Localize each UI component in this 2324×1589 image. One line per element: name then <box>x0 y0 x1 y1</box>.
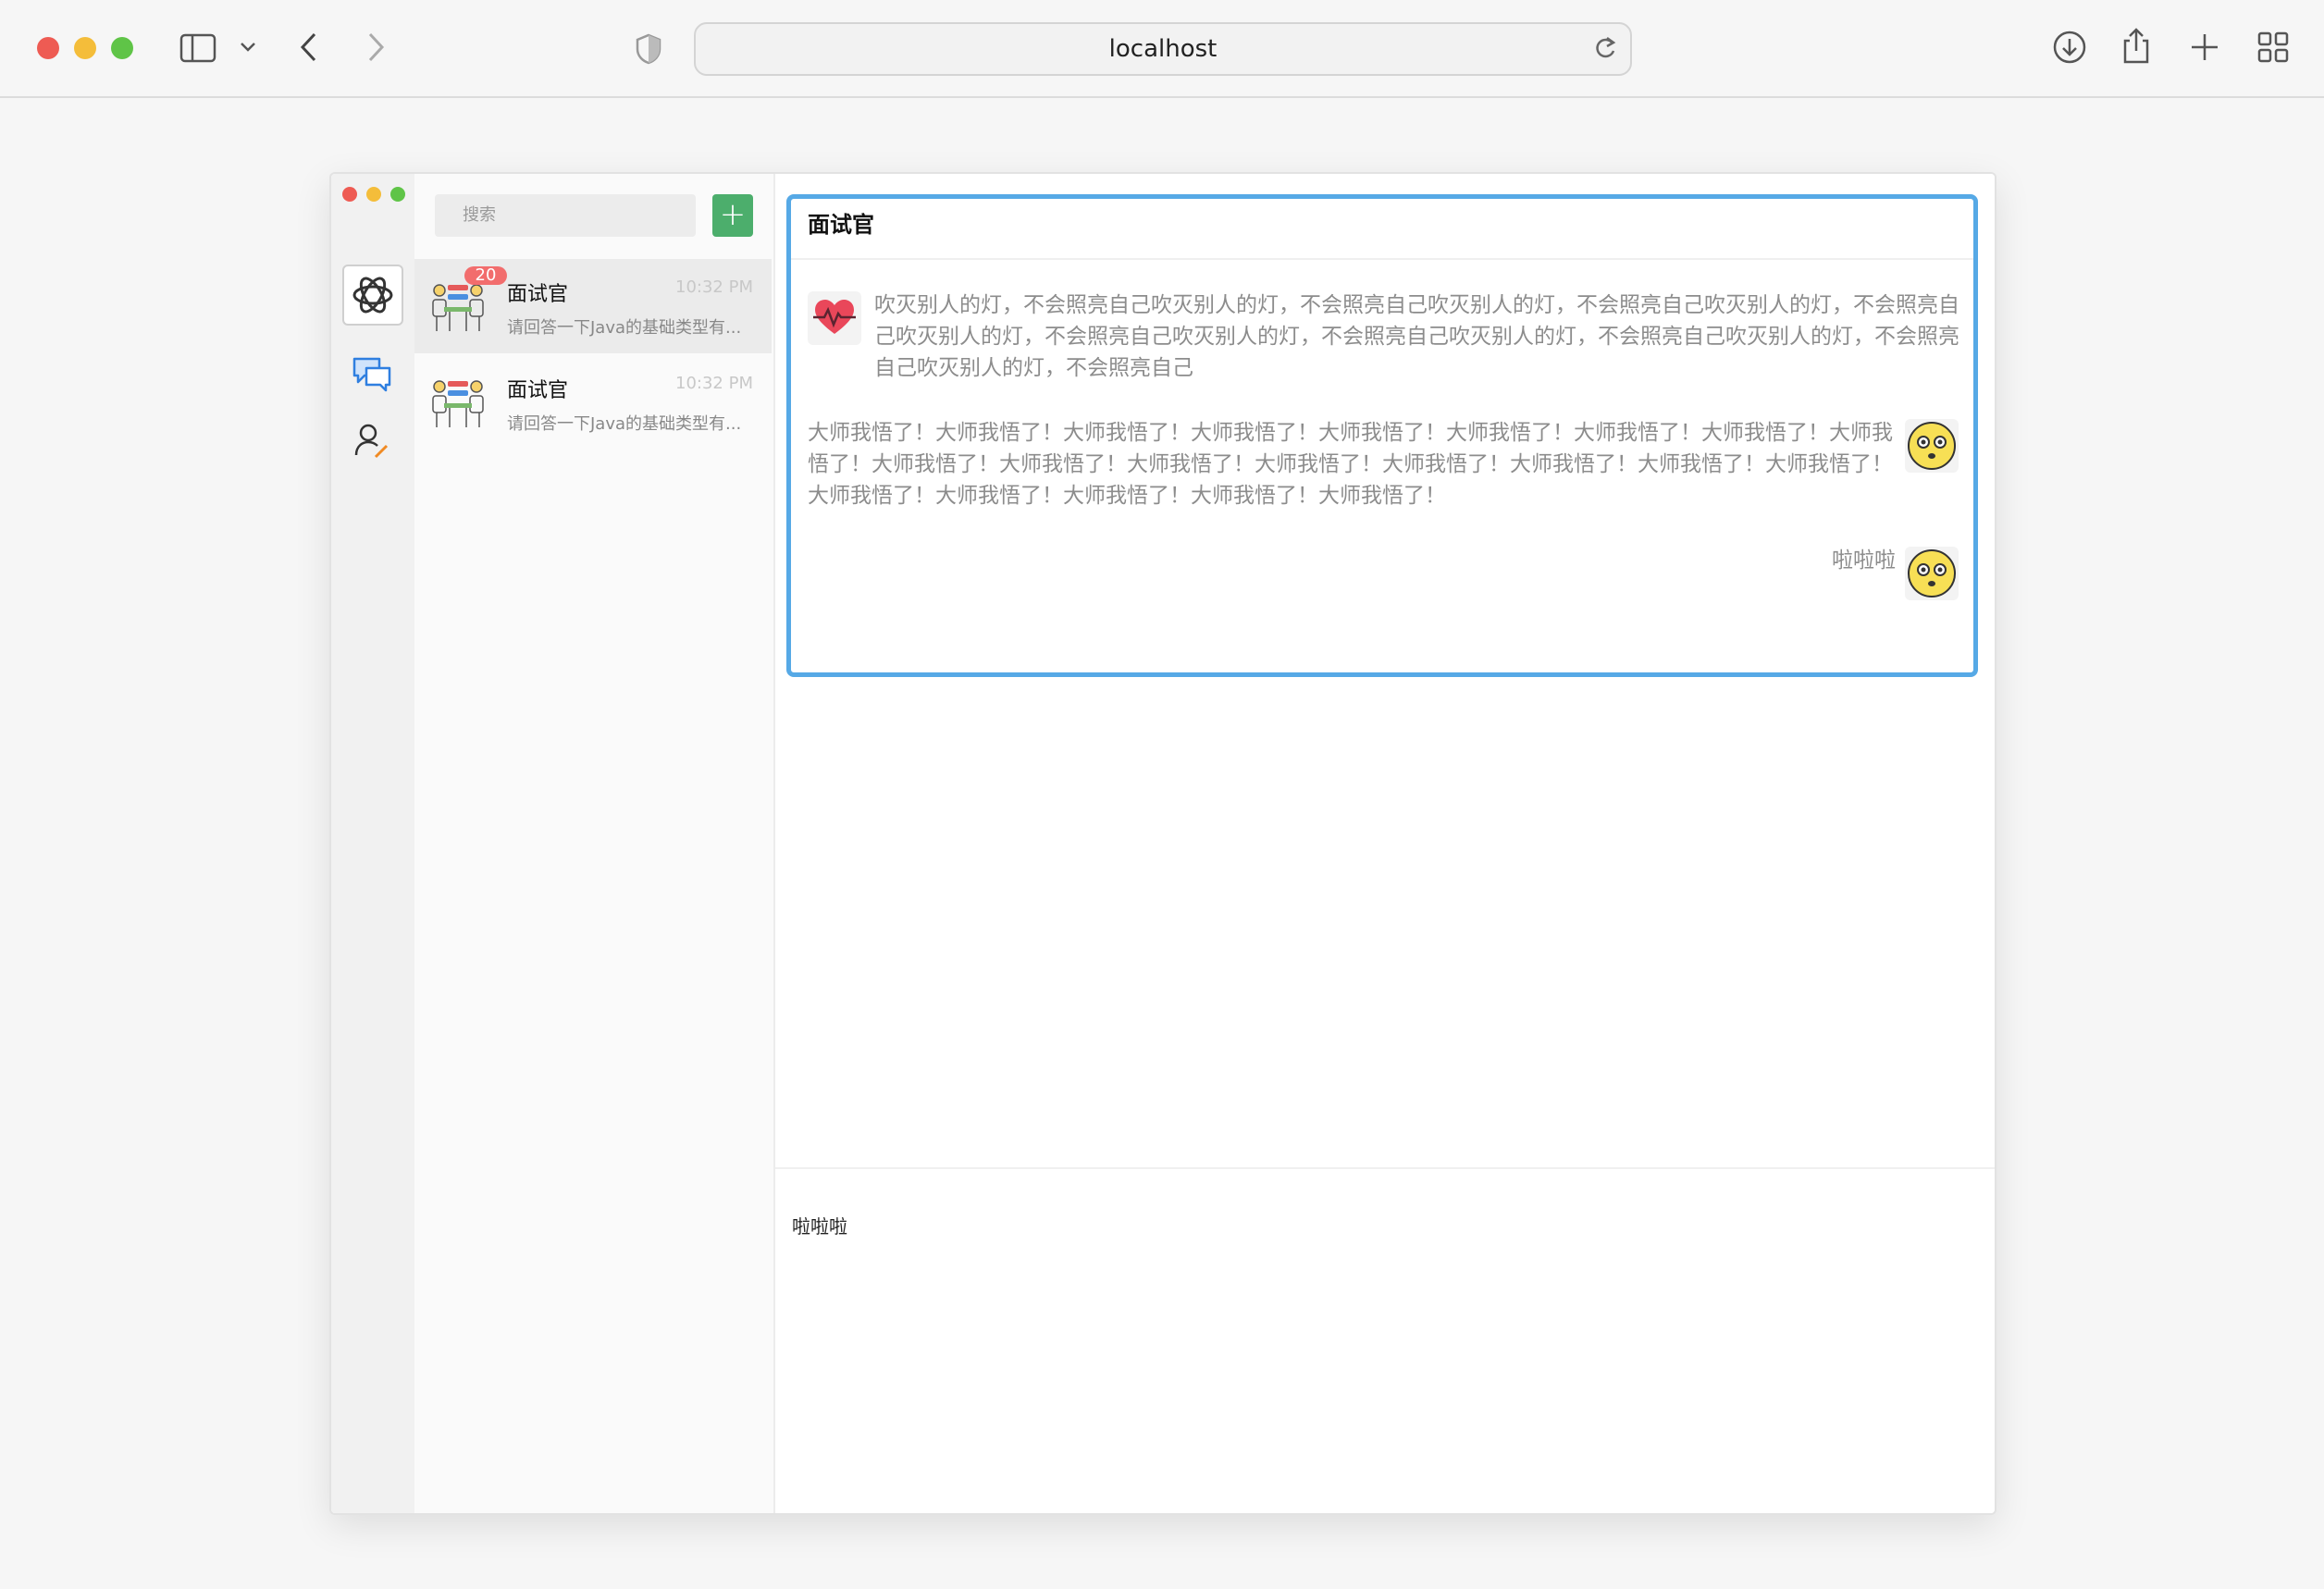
url-text: localhost <box>1108 35 1218 63</box>
conversation-item[interactable]: 20 面试官 10:32 PM 请回答一下Java的基础类型有... <box>414 259 772 353</box>
share-icon[interactable] <box>2120 26 2152 65</box>
composer-divider <box>775 1167 1995 1169</box>
incoming-message-text: 吹灭别人的灯，不会照亮自己吹灭别人的灯，不会照亮自己吹灭别人的灯，不会照亮自己吹… <box>874 293 1959 380</box>
minimize-window-button[interactable] <box>74 37 96 59</box>
emoji-face-avatar <box>1905 419 1959 473</box>
app-maximize-button[interactable] <box>390 187 405 202</box>
interview-avatar-icon <box>432 284 484 331</box>
privacy-shield-icon[interactable] <box>635 33 662 65</box>
sidebar-toggle-icon[interactable] <box>179 33 216 63</box>
heart-pulse-icon <box>808 291 861 345</box>
outgoing-message-text: 大师我悟了！大师我悟了！大师我悟了！大师我悟了！大师我悟了！大师我悟了！大师我悟… <box>808 421 1893 508</box>
new-tab-icon[interactable] <box>2189 31 2220 63</box>
chevron-down-icon[interactable] <box>239 41 257 54</box>
chat-title: 面试官 <box>808 212 874 238</box>
app-close-button[interactable] <box>342 187 357 202</box>
conversation-preview: 请回答一下Java的基础类型有... <box>507 414 742 434</box>
chat-bubbles-icon[interactable] <box>352 355 392 394</box>
add-conversation-button[interactable]: + <box>712 194 753 237</box>
title-divider <box>791 258 1973 260</box>
openai-logo-icon <box>352 277 393 314</box>
message-composer-input[interactable]: 啦啦啦 <box>792 1212 847 1238</box>
outgoing-message-text: 啦啦啦 <box>1832 548 1896 573</box>
back-arrow-icon[interactable] <box>298 31 320 63</box>
browser-toolbar: localhost <box>0 0 2324 98</box>
search-input[interactable]: 搜索 <box>435 194 696 237</box>
unread-badge: 20 <box>464 266 507 285</box>
message-history[interactable]: 面试官 吹灭别人的灯，不会照亮自己吹灭别人的灯，不会照亮自己吹灭别人的灯，不会照… <box>786 194 1978 677</box>
reload-icon[interactable] <box>1593 35 1617 61</box>
app-minimize-button[interactable] <box>366 187 381 202</box>
conversation-preview: 请回答一下Java的基础类型有... <box>507 318 742 338</box>
conversation-name: 面试官 <box>507 379 569 402</box>
conversation-time: 10:32 PM <box>675 374 753 393</box>
chat-main-panel: 面试官 吹灭别人的灯，不会照亮自己吹灭别人的灯，不会照亮自己吹灭别人的灯，不会照… <box>775 174 1995 1513</box>
user-avatar[interactable] <box>342 265 403 326</box>
interview-avatar-icon <box>432 380 484 427</box>
close-window-button[interactable] <box>37 37 59 59</box>
add-button-label: + <box>719 196 747 233</box>
tab-overview-icon[interactable] <box>2257 31 2289 63</box>
search-placeholder: 搜索 <box>463 205 496 225</box>
conversation-list-panel: 搜索 + 20 面试官 10:32 PM 请回答一下Java的基础类型有... … <box>414 174 775 1513</box>
downloads-icon[interactable] <box>2052 30 2087 65</box>
conversation-name: 面试官 <box>507 283 569 306</box>
conversation-time: 10:32 PM <box>675 277 753 297</box>
emoji-face-avatar <box>1905 547 1959 600</box>
address-bar[interactable]: localhost <box>694 22 1632 76</box>
navigation-rail <box>331 174 415 1513</box>
zoom-window-button[interactable] <box>111 37 133 59</box>
chat-app-window: 搜索 + 20 面试官 10:32 PM 请回答一下Java的基础类型有... … <box>329 172 1996 1515</box>
conversation-item[interactable]: 面试官 10:32 PM 请回答一下Java的基础类型有... <box>414 355 772 450</box>
forward-arrow-icon[interactable] <box>365 31 387 63</box>
contacts-icon[interactable] <box>353 422 390 461</box>
